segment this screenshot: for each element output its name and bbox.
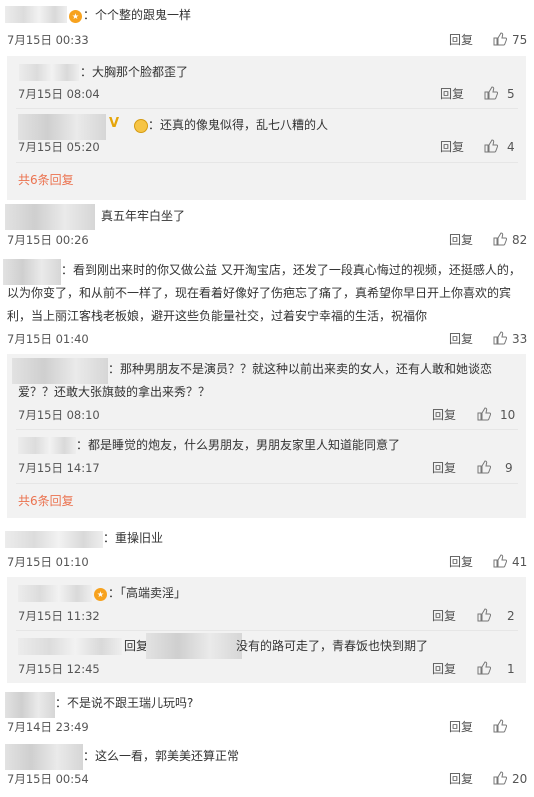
reply-time: 7月15日 11:32 (18, 609, 100, 623)
reply-text: ：大胸那个脸都歪了 (80, 65, 189, 79)
comment-time: 7月15日 01:40 (7, 332, 89, 346)
blurred-username[interactable] (5, 531, 103, 548)
reply-text: ：「高端卖淫」 (108, 586, 187, 600)
comment-text: ：这么一看，郭美美还算正常 (83, 749, 240, 763)
more-replies-link[interactable]: 共6条回复 (18, 172, 74, 188)
comment-text: 真五年牢白坐了 (101, 209, 186, 223)
comment-time: 7月15日 01:10 (7, 555, 89, 569)
blurred-username[interactable] (18, 585, 92, 602)
reply-text: ：还真的像鬼似得，乱七八糟的人 (148, 118, 329, 132)
blurred-username[interactable] (5, 204, 95, 230)
comment-text-line: 以为你变了，和从前不一样了，现在看着好像好了伤疤忘了痛了，真希望你早日开上你喜欢… (7, 286, 512, 300)
reply-time: 7月15日 05:20 (18, 140, 100, 154)
like-count: 33 (512, 332, 528, 346)
like-count: 9 (505, 461, 513, 475)
more-replies-link[interactable]: 共6条回复 (18, 493, 74, 509)
reply-text-line: 爱？？还敢大张旗鼓的拿出来秀？？ (18, 385, 211, 399)
reply-button[interactable]: 回复 (432, 661, 456, 677)
comment-time: 7月14日 23:49 (7, 720, 89, 734)
reply-button[interactable]: 回复 (449, 771, 473, 787)
reply-text: 没有的路可走了，青春饭也快到期了 (236, 639, 429, 653)
reply-button[interactable]: 回复 (449, 554, 473, 570)
comment-text-line: 利，当上丽江客栈老板娘，避开这些负能量社交，过着安宁幸福的生活，祝福你 (7, 309, 428, 323)
comment-text-line: ：看到刚出来时的你又做公益 又开淘宝店，还发了一段真心悔过的视频，还挺感人的， (61, 263, 521, 277)
like-count: 1 (507, 662, 515, 676)
comment-time: 7月15日 00:54 (7, 772, 89, 786)
reply-text: ：都是睡觉的炮友，什么男朋友，男朋友家里人知道能同意了 (76, 438, 401, 452)
reply-button[interactable]: 回复 (432, 460, 456, 476)
reply-button[interactable]: 回复 (449, 719, 473, 735)
reply-button[interactable]: 回复 (449, 32, 473, 48)
reply-button[interactable]: 回复 (440, 86, 464, 102)
like-count: 75 (512, 33, 528, 47)
reply-button[interactable]: 回复 (449, 331, 473, 347)
thumbs-up-icon[interactable] (493, 771, 507, 785)
like-count: 2 (507, 609, 515, 623)
blurred-username[interactable] (18, 114, 106, 140)
verified-v-icon: V (109, 116, 120, 131)
reply-text: 回复 (124, 639, 149, 653)
like-count: 20 (512, 772, 528, 786)
reply-button[interactable]: 回复 (432, 407, 456, 423)
comment-time: 7月15日 00:26 (7, 233, 89, 247)
blurred-username[interactable] (18, 638, 122, 655)
thumbs-up-icon[interactable] (493, 232, 507, 246)
thumbs-up-icon[interactable] (477, 407, 491, 421)
thumbs-up-icon[interactable] (477, 661, 491, 675)
thumbs-up-icon[interactable] (493, 32, 507, 46)
thumbs-up-icon[interactable] (493, 719, 507, 733)
reply-button[interactable]: 回复 (432, 608, 456, 624)
thumbs-up-icon[interactable] (493, 554, 507, 568)
like-count: 82 (512, 233, 528, 247)
blurred-username[interactable] (5, 6, 67, 23)
comment-time: 7月15日 00:33 (7, 33, 89, 47)
reply-button[interactable]: 回复 (440, 139, 464, 155)
reply-text-line: ：那种男朋友不是演员？？就这种以前出来卖的女人，还有人敢和她谈恋 (108, 362, 493, 376)
comment-text: ：不是说不跟王瑞儿玩吗? (55, 696, 194, 710)
like-count: 4 (507, 140, 515, 154)
reply-button[interactable]: 回复 (449, 232, 473, 248)
thumbs-up-icon[interactable] (484, 139, 498, 153)
blurred-username[interactable] (5, 744, 83, 770)
blurred-mention[interactable] (146, 633, 242, 659)
thumbs-up-icon[interactable] (493, 331, 507, 345)
vip-badge-icon: ★ (69, 10, 82, 23)
like-count: 41 (512, 555, 528, 569)
blurred-username[interactable] (5, 692, 55, 718)
thumbs-up-icon[interactable] (477, 608, 491, 622)
blurred-username[interactable] (19, 64, 79, 81)
reply-time: 7月15日 14:17 (18, 461, 100, 475)
thumbs-up-icon[interactable] (477, 460, 491, 474)
blurred-username[interactable] (18, 437, 76, 454)
like-count: 5 (507, 87, 515, 101)
vip-badge-icon: ★ (94, 588, 107, 601)
comment-text: ：重操旧业 (103, 531, 164, 545)
comment-text: ：个个整的跟鬼一样 (83, 8, 192, 22)
reply-time: 7月15日 08:04 (18, 87, 100, 101)
like-count: 10 (500, 408, 516, 422)
emoji-icon (134, 119, 148, 133)
thumbs-up-icon[interactable] (484, 86, 498, 100)
reply-time: 7月15日 12:45 (18, 662, 100, 676)
reply-time: 7月15日 08:10 (18, 408, 100, 422)
